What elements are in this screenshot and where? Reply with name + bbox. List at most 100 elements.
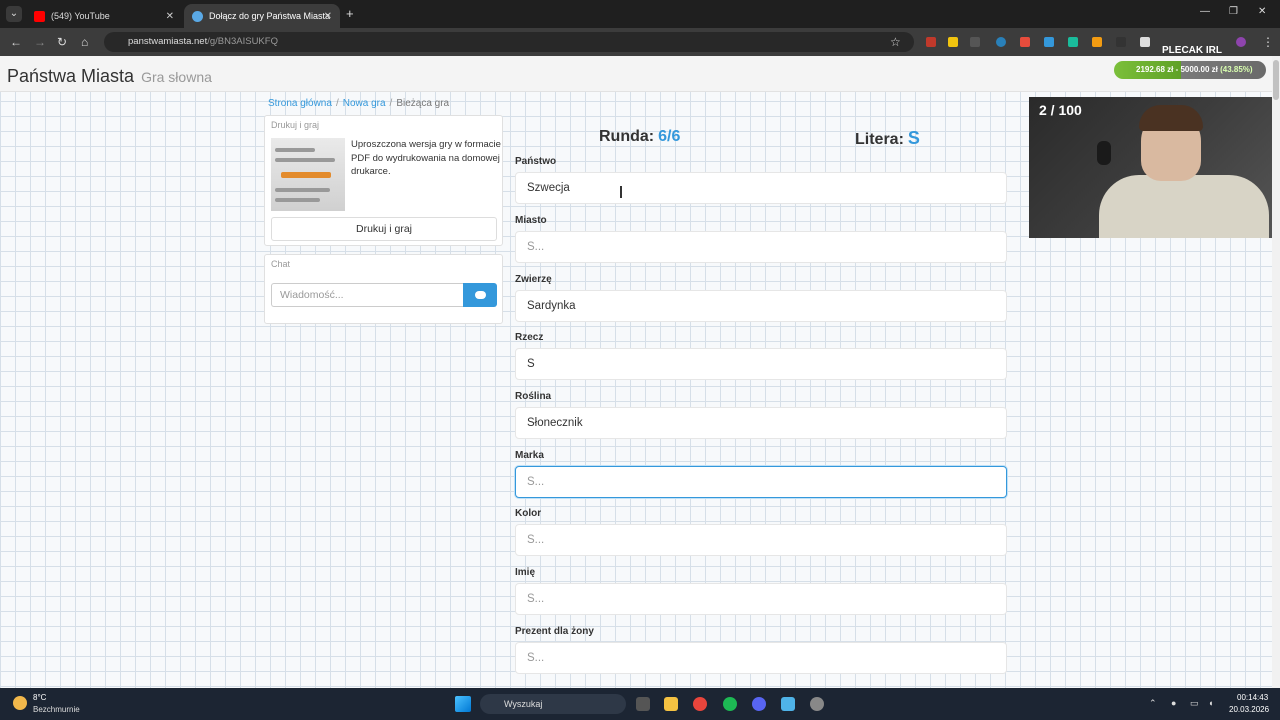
site-favicon-icon: [192, 10, 203, 22]
field-label-thing: Rzecz: [515, 332, 544, 343]
speech-bubble-icon: [475, 291, 486, 299]
tab-panstwa-miasta[interactable]: Dołącz do gry Państwa Miasta ✕: [184, 4, 340, 28]
extension-icon[interactable]: [1116, 37, 1126, 47]
close-tab-icon[interactable]: ✕: [166, 11, 174, 22]
breadcrumb-home[interactable]: Strona główna: [268, 98, 332, 109]
tab-search-icon[interactable]: ⌄: [6, 6, 22, 22]
field-input-thing[interactable]: S: [515, 348, 1007, 380]
letter-indicator: Litera: S: [855, 128, 920, 149]
page-content: Państwa Miasta Gra słowna 2192.68 zł - 5…: [0, 56, 1272, 688]
extension-icon[interactable]: [996, 37, 1006, 47]
spotify-icon[interactable]: [723, 697, 737, 711]
chat-message-input[interactable]: Wiadomość...: [271, 283, 464, 307]
forward-icon[interactable]: →: [34, 35, 46, 49]
breadcrumb-current: Bieżąca gra: [396, 98, 450, 109]
close-tab-icon[interactable]: ✕: [324, 11, 332, 22]
moon-weather-icon[interactable]: [13, 696, 27, 710]
extension-icon[interactable]: [926, 37, 936, 47]
progress-percent: (43.85%): [1220, 65, 1253, 74]
extension-icon[interactable]: [948, 37, 958, 47]
field-input-brand[interactable]: S...: [515, 466, 1007, 498]
url-host: panstwamiasta.net: [128, 36, 208, 47]
round-label: Runda:: [599, 128, 655, 145]
obs-icon[interactable]: [810, 697, 824, 711]
extension-icon[interactable]: [1140, 37, 1150, 47]
extension-icon[interactable]: [1044, 37, 1054, 47]
chat-panel: Chat Wiadomość...: [264, 254, 503, 324]
breadcrumb: Strona główna / Nowa gra / Bieżąca gra: [268, 98, 450, 109]
overlay-counter: 2 / 100: [1039, 102, 1082, 118]
reload-icon[interactable]: ↻: [57, 35, 67, 49]
back-icon[interactable]: ←: [10, 35, 22, 49]
chat-send-button[interactable]: [463, 283, 497, 307]
maximize-icon[interactable]: ❐: [1229, 6, 1238, 17]
microphone-icon: [1097, 141, 1111, 165]
extension-icon[interactable]: [970, 37, 980, 47]
field-label-plant: Roślina: [515, 391, 552, 402]
webcam-overlay: 2 / 100: [1029, 97, 1272, 238]
tab-youtube[interactable]: (549) YouTube ✕: [26, 4, 182, 28]
taskbar-search[interactable]: Wyszukaj: [480, 694, 626, 714]
print-panel-description: Uproszczona wersja gry w formacie PDF do…: [351, 139, 501, 177]
field-input-gift[interactable]: S...: [515, 642, 1007, 674]
clock-time[interactable]: 00:14:43: [1237, 693, 1268, 702]
extension-icon[interactable]: [1068, 37, 1078, 47]
text-cursor-icon: [620, 186, 622, 198]
task-view-icon[interactable]: [636, 697, 650, 711]
file-explorer-icon[interactable]: [664, 697, 678, 711]
print-panel: Drukuj i graj Uproszczona wersja gry w f…: [264, 115, 503, 246]
close-window-icon[interactable]: ✕: [1258, 6, 1266, 17]
tray-chevron-icon[interactable]: ⌃: [1149, 698, 1157, 709]
extension-overlay-label: PLECAK IRL: [1162, 45, 1222, 56]
volume-tray-icon[interactable]: ◖: [1208, 698, 1213, 708]
breadcrumb-new-game[interactable]: Nowa gra: [343, 98, 386, 109]
field-input-animal[interactable]: Sardynka: [515, 290, 1007, 322]
field-input-country[interactable]: Szwecja: [515, 172, 1007, 204]
microphone-tray-icon[interactable]: ●: [1171, 698, 1176, 708]
tab-label: (549) YouTube: [51, 11, 110, 21]
letter-value: S: [907, 128, 920, 148]
youtube-icon: [34, 10, 45, 22]
display-tray-icon[interactable]: ▭: [1190, 698, 1199, 709]
field-label-gift: Prezent dla żony: [515, 626, 594, 637]
extension-icon[interactable]: [1020, 37, 1030, 47]
field-label-color: Kolor: [515, 508, 542, 519]
site-header: Państwa Miasta Gra słowna 2192.68 zł - 5…: [0, 56, 1272, 92]
weather-condition: Bezchmurnie: [33, 705, 80, 714]
url-input[interactable]: panstwamiasta.net/g/BN3AISUKFQ: [104, 32, 914, 52]
site-brand[interactable]: Państwa Miasta Gra słowna: [7, 66, 212, 87]
home-icon[interactable]: ⌂: [81, 35, 88, 49]
scrollbar-thumb[interactable]: [1273, 60, 1279, 100]
field-label-animal: Zwierzę: [515, 274, 552, 285]
chrome-icon[interactable]: [693, 697, 707, 711]
extension-icon[interactable]: [1092, 37, 1102, 47]
windows-start-icon[interactable]: [455, 696, 471, 712]
field-label-country: Państwo: [515, 156, 557, 167]
field-input-color[interactable]: S...: [515, 524, 1007, 556]
field-label-city: Miasto: [515, 215, 547, 226]
field-input-city[interactable]: S...: [515, 231, 1007, 263]
profile-avatar[interactable]: [1236, 37, 1246, 47]
new-tab-icon[interactable]: +: [346, 6, 354, 21]
chat-panel-title: Chat: [271, 259, 291, 269]
page-scrollbar[interactable]: [1272, 56, 1280, 688]
browser-menu-icon[interactable]: ⋮: [1262, 35, 1274, 49]
notepad-icon[interactable]: [781, 697, 795, 711]
field-input-name[interactable]: S...: [515, 583, 1007, 615]
minimize-icon[interactable]: —: [1200, 6, 1210, 17]
clock-date[interactable]: 20.03.2026: [1229, 705, 1269, 714]
field-label-brand: Marka: [515, 450, 544, 461]
brand-title: Państwa Miasta: [7, 66, 135, 86]
donation-progress-badge: 2192.68 zł - 5000.00 zł (43.85%): [1114, 61, 1266, 79]
url-path: /g/BN3AISUKFQ: [207, 36, 278, 47]
print-preview-image: [271, 138, 345, 211]
field-label-name: Imię: [515, 567, 536, 578]
discord-icon[interactable]: [752, 697, 766, 711]
print-and-play-button[interactable]: Drukuj i graj: [271, 217, 497, 241]
streamer-shirt: [1099, 175, 1269, 238]
print-panel-title: Drukuj i graj: [271, 120, 320, 130]
streamer-hair: [1139, 105, 1203, 131]
brand-subtitle: Gra słowna: [141, 69, 212, 85]
field-input-plant[interactable]: Słonecznik: [515, 407, 1007, 439]
bookmark-star-icon[interactable]: ☆: [890, 35, 901, 49]
